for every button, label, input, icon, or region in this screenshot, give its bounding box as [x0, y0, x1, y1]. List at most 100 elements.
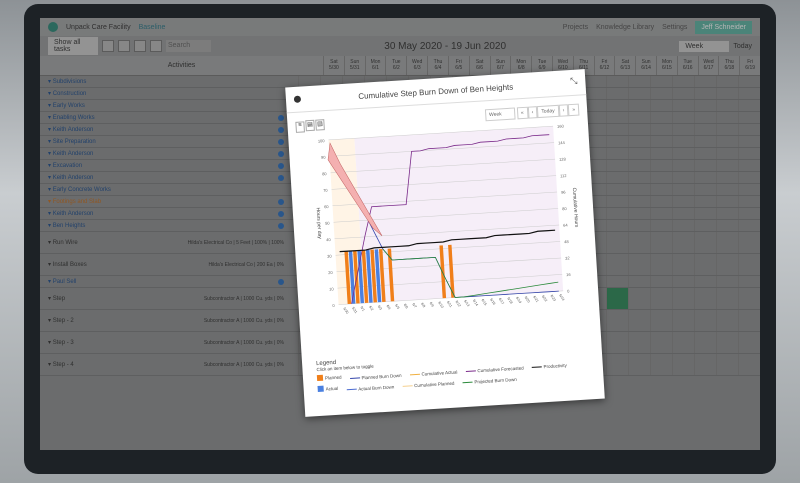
- x-tick-label: 6/22: [541, 295, 548, 303]
- add-icon[interactable]: [278, 174, 284, 181]
- nav-knowledge-library[interactable]: Knowledge Library: [596, 24, 654, 31]
- document-export-icon[interactable]: ▥: [315, 119, 325, 131]
- legend-item[interactable]: Planned Burn Down: [349, 373, 402, 381]
- x-tick-label: 6/23: [550, 294, 557, 302]
- day-header: Mon 6/1: [364, 56, 386, 75]
- y-tick-label: 30: [327, 253, 333, 258]
- row-label: ▾ Step - 4 Subcontractor A | 1000 Cu. yds…: [48, 361, 284, 369]
- app-logo: [48, 22, 58, 32]
- add-icon[interactable]: [278, 278, 284, 285]
- y2-axis-label: Cumulative Hours: [571, 187, 579, 228]
- add-icon[interactable]: [278, 222, 284, 229]
- nav-settings[interactable]: Settings: [662, 24, 687, 31]
- y2-tick-label: 16: [566, 272, 572, 277]
- toolbar: Show all tasks Search 30 May 2020 - 19 J…: [40, 36, 760, 56]
- y-tick-label: 90: [321, 155, 327, 160]
- x-tick-label: 6/14: [472, 299, 479, 307]
- day-header: Fri 6/5: [447, 56, 469, 75]
- row-label: ▾ Early Concrete Works: [48, 187, 111, 193]
- view-select[interactable]: Week: [679, 40, 730, 52]
- y-tick-label: 70: [323, 188, 329, 193]
- row-label: ▾ Site Preparation: [40, 138, 298, 145]
- image-export-icon[interactable]: ▤: [305, 119, 315, 132]
- add-icon[interactable]: [278, 198, 284, 205]
- y2-tick-label: 48: [564, 239, 570, 244]
- chart-legend: Legend Click an item below to toggle Pla…: [316, 345, 576, 394]
- legend-item[interactable]: Planned: [316, 374, 342, 382]
- expand-icon[interactable]: ⤡: [570, 76, 578, 87]
- day-header: Sat 6/6: [468, 56, 490, 75]
- nav-projects[interactable]: Projects: [563, 24, 588, 31]
- x-tick-label: 6/1: [360, 306, 366, 312]
- day-header: Wed 6/3: [406, 56, 427, 75]
- day-header: Mon 6/15: [656, 56, 677, 75]
- legend-swatch: [409, 373, 420, 376]
- row-label: ▾ Early Works: [48, 103, 85, 109]
- x-tick-label: 5/31: [351, 306, 358, 314]
- x-tick-label: 6/7: [411, 302, 417, 308]
- legend-item[interactable]: Cumulative Planned: [402, 381, 455, 389]
- x-tick-label: 6/16: [489, 298, 496, 306]
- y-tick-label: 100: [318, 138, 326, 143]
- x-tick-label: 6/21: [532, 295, 539, 303]
- legend-swatch: [462, 381, 473, 384]
- y2-tick-label: 96: [561, 190, 567, 195]
- add-icon[interactable]: [278, 162, 284, 169]
- legend-swatch: [465, 370, 476, 372]
- add-icon[interactable]: [278, 150, 284, 157]
- row-label: ▾ Keith Anderson: [40, 210, 298, 217]
- legend-swatch: [349, 377, 360, 380]
- legend-swatch: [346, 388, 357, 391]
- legend-swatch: [316, 374, 324, 382]
- legend-item[interactable]: Cumulative Actual: [409, 369, 458, 377]
- day-header: Sun 6/7: [489, 56, 511, 75]
- day-header: Fri 6/12: [593, 56, 615, 75]
- day-header: Tue 6/16: [676, 56, 698, 75]
- x-tick-label: 6/5: [394, 304, 400, 310]
- legend-item[interactable]: Projected Burn Down: [462, 377, 517, 385]
- search-input[interactable]: Search: [166, 40, 211, 52]
- y-tick-label: 60: [324, 204, 330, 209]
- calendar-icon[interactable]: [134, 40, 146, 52]
- day-header: Fri 6/19: [739, 56, 760, 75]
- y2-tick-label: 80: [562, 206, 568, 211]
- y-tick-label: 10: [329, 286, 335, 291]
- user-menu[interactable]: Jeff Schneider: [695, 20, 752, 34]
- filter-icon[interactable]: [102, 40, 114, 52]
- project-title: Unpack Care Facility: [66, 23, 131, 31]
- x-tick-label: 6/15: [480, 298, 487, 306]
- day-header: Tue 6/2: [385, 56, 406, 75]
- row-label: ▾ Keith Anderson: [40, 150, 298, 157]
- layers-icon[interactable]: [118, 40, 130, 52]
- legend-swatch: [402, 385, 413, 387]
- today-button[interactable]: Today: [733, 43, 752, 50]
- filter-select[interactable]: Show all tasks: [48, 37, 98, 55]
- add-icon[interactable]: [278, 126, 284, 133]
- row-label: ▾ Run Wire Hilda's Electrical Co | 5 Feet…: [48, 239, 284, 247]
- y2-tick-label: 64: [563, 222, 569, 227]
- row-label: ▾ Keith Anderson: [40, 126, 298, 133]
- add-icon[interactable]: [278, 138, 284, 145]
- legend-item[interactable]: Cumulative Forecasted: [465, 365, 524, 374]
- y2-tick-label: 112: [560, 173, 567, 178]
- day-header: Wed 6/17: [697, 56, 719, 75]
- add-icon[interactable]: [278, 210, 284, 217]
- legend-swatch: [317, 385, 324, 393]
- y2-tick-label: 160: [557, 123, 565, 128]
- baseline-link[interactable]: Baseline: [139, 24, 166, 31]
- row-label: ▾ Footings and Slab: [40, 198, 298, 205]
- row-label: ▾ Enabling Works: [40, 114, 298, 121]
- legend-item[interactable]: Actual: [317, 385, 338, 393]
- row-label: ▾ Paul Sell: [40, 278, 298, 285]
- export-icon[interactable]: [150, 40, 162, 52]
- add-icon[interactable]: [278, 114, 284, 121]
- x-tick-label: 6/10: [437, 301, 444, 309]
- legend-item[interactable]: Actual Burn Down: [346, 384, 394, 392]
- x-tick-label: 6/20: [524, 296, 531, 304]
- legend-item[interactable]: Productivity: [531, 363, 567, 370]
- x-tick-label: 6/9: [429, 301, 435, 307]
- day-header: Sun 6/14: [635, 56, 656, 75]
- burn-down-chart: 0 0 10 16 20 32 30 48 40 64 50 80 60 96 70 112 80 128 90 14…: [315, 123, 580, 314]
- x-tick-label: 6/13: [463, 299, 470, 307]
- row-label: ▾ Install Boxes Hilda's Electrical Co | 2…: [48, 261, 284, 269]
